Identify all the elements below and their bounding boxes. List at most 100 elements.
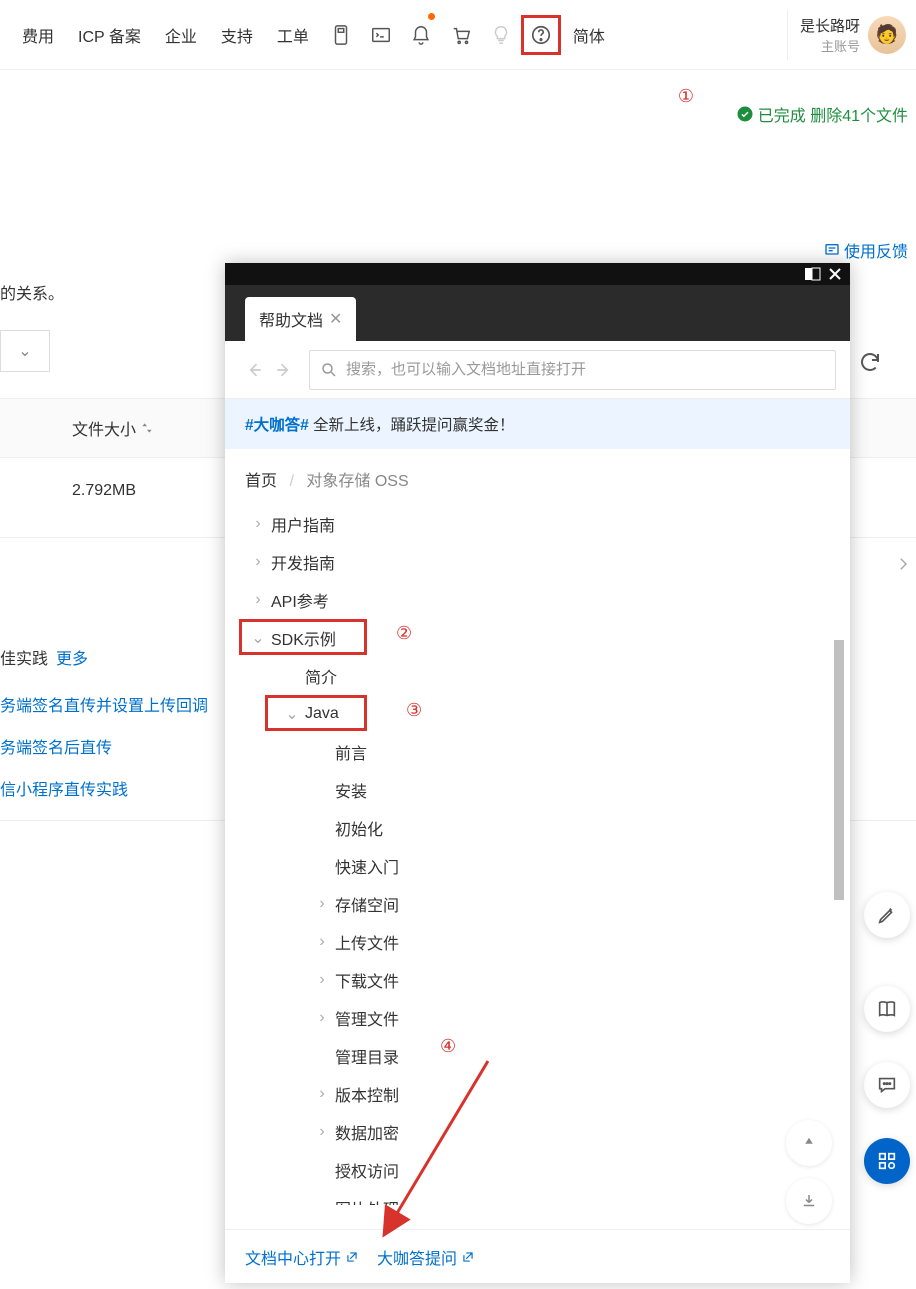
- tree-item-l3[interactable]: 安装: [225, 771, 850, 809]
- tab-close-icon[interactable]: ✕: [329, 309, 342, 329]
- fab-scroll-top[interactable]: [786, 1120, 832, 1166]
- tree-item-l2[interactable]: 简介: [225, 657, 850, 695]
- bg-link-3[interactable]: 信小程序直传实践: [0, 776, 128, 800]
- external-link-icon: [461, 1250, 475, 1264]
- user-role: 主账号: [800, 36, 860, 55]
- bg-link-2[interactable]: 务端签名后直传: [0, 734, 112, 758]
- open-doc-center[interactable]: 文档中心打开: [245, 1245, 359, 1269]
- bell-icon[interactable]: [401, 15, 441, 55]
- tree-item-l3[interactable]: 初始化: [225, 809, 850, 847]
- bg-link-1[interactable]: 务端签名直传并设置上传回调: [0, 692, 208, 716]
- more-link[interactable]: 更多: [56, 651, 88, 668]
- banner-highlight: #大咖答#: [245, 417, 309, 434]
- bulb-icon[interactable]: [481, 15, 521, 55]
- tree-item-l3[interactable]: ›版本控制: [225, 1075, 850, 1113]
- best-practice-header: 佳实践更多: [0, 645, 88, 669]
- apps-icon: [876, 1150, 898, 1172]
- pencil-icon: [876, 904, 898, 926]
- panel-tab[interactable]: 帮助文档 ✕: [245, 297, 356, 341]
- nav-icp[interactable]: ICP 备案: [66, 23, 153, 47]
- tree-item-java[interactable]: ⌄Java: [225, 695, 850, 733]
- tree-item-l1[interactable]: ›开发指南: [225, 543, 850, 581]
- annotation-1: ①: [678, 86, 694, 107]
- file-size-value: 2.792MB: [72, 482, 136, 500]
- chevron-right-icon: ›: [315, 1123, 329, 1141]
- tree-label: 版本控制: [335, 1082, 399, 1106]
- fab-apps[interactable]: [864, 1138, 910, 1184]
- nav-support[interactable]: 支持: [209, 23, 265, 47]
- banner[interactable]: #大咖答# 全新上线，踊跃提问赢奖金！: [225, 399, 850, 449]
- chat-icon: [876, 1074, 898, 1096]
- nav-enterprise[interactable]: 企业: [153, 23, 209, 47]
- scrollbar-thumb[interactable]: [834, 640, 844, 900]
- banner-text: 全新上线，踊跃提问赢奖金！: [309, 417, 515, 434]
- tree-item-l3[interactable]: 快速入门: [225, 847, 850, 885]
- tree-label: 用户指南: [271, 512, 335, 536]
- tree-item-l3[interactable]: 管理目录: [225, 1037, 850, 1075]
- help-icon[interactable]: [521, 15, 561, 55]
- nav-forward[interactable]: [269, 355, 299, 385]
- lang-toggle[interactable]: 简体: [561, 23, 617, 47]
- nav-ticket[interactable]: 工单: [265, 23, 321, 47]
- tree-item-l3[interactable]: ›数据加密: [225, 1113, 850, 1151]
- tree-label: 下载文件: [335, 968, 399, 992]
- fab-book[interactable]: [864, 986, 910, 1032]
- tree-item-l3[interactable]: 图片处理: [225, 1189, 850, 1205]
- search-box[interactable]: [309, 350, 836, 390]
- chevron-down-icon: ⌄: [285, 704, 299, 724]
- panel-tabrow: 帮助文档 ✕: [225, 285, 850, 341]
- tree-label: 授权访问: [335, 1158, 399, 1182]
- app-icon[interactable]: [321, 15, 361, 55]
- tree-item-l1[interactable]: ⌄SDK示例: [225, 619, 850, 657]
- close-icon[interactable]: [826, 267, 844, 281]
- external-link-icon: [345, 1250, 359, 1264]
- tab-label: 帮助文档: [259, 307, 323, 331]
- panel-footer: 文档中心打开 大咖答提问: [225, 1229, 850, 1283]
- col-file-size[interactable]: 文件大小: [72, 416, 154, 440]
- feedback-link[interactable]: 使用反馈: [824, 238, 908, 262]
- tree-item-l3[interactable]: ›下载文件: [225, 961, 850, 999]
- tree-item-l1[interactable]: ›API参考: [225, 581, 850, 619]
- tree-item-l3[interactable]: ›管理文件: [225, 999, 850, 1037]
- tree-item-l3[interactable]: 授权访问: [225, 1151, 850, 1189]
- refresh-button[interactable]: [858, 350, 882, 379]
- user-menu[interactable]: 是长路呀 主账号 🧑: [787, 10, 906, 60]
- tree-label: 图片处理: [335, 1196, 399, 1205]
- bg-dropdown[interactable]: ⌄: [0, 330, 50, 372]
- crumb-current: 对象存储 OSS: [306, 473, 408, 490]
- tree-label: 简介: [305, 664, 337, 688]
- chevron-right-icon: ›: [251, 553, 265, 571]
- book-icon: [876, 998, 898, 1020]
- top-nav: 费用 ICP 备案 企业 支持 工单 简体 是长路呀 主账号 🧑: [0, 0, 916, 70]
- tree-label: 快速入门: [335, 854, 399, 878]
- ask-question[interactable]: 大咖答提问: [377, 1245, 475, 1269]
- terminal-icon[interactable]: [361, 15, 401, 55]
- fab-download[interactable]: [786, 1178, 832, 1224]
- crumb-sep: /: [289, 473, 293, 490]
- tree-label: 安装: [335, 778, 367, 802]
- annotation-4: ④: [440, 1036, 456, 1057]
- check-circle-icon: [736, 105, 754, 123]
- panel-toolbar: [225, 341, 850, 399]
- refresh-icon: [858, 350, 882, 374]
- tree-item-l3[interactable]: ›上传文件: [225, 923, 850, 961]
- chevron-right-icon: ›: [251, 515, 265, 533]
- fab-edit[interactable]: [864, 892, 910, 938]
- fab-chat[interactable]: [864, 1062, 910, 1108]
- tree-item-l3[interactable]: 前言: [225, 733, 850, 771]
- tree-label: 前言: [335, 740, 367, 764]
- tree-label: 上传文件: [335, 930, 399, 954]
- pager-next[interactable]: [894, 555, 912, 578]
- annotation-2: ②: [396, 623, 412, 644]
- cart-icon[interactable]: [441, 15, 481, 55]
- feedback-icon: [824, 242, 840, 258]
- crumb-home[interactable]: 首页: [245, 473, 277, 490]
- tree-item-l3[interactable]: ›存储空间: [225, 885, 850, 923]
- maximize-icon[interactable]: [804, 267, 822, 281]
- sort-icon: [140, 421, 154, 435]
- tree-label: API参考: [271, 588, 329, 612]
- nav-back[interactable]: [239, 355, 269, 385]
- search-input[interactable]: [346, 361, 825, 378]
- tree-item-l1[interactable]: › 用户指南: [225, 505, 850, 543]
- nav-fee[interactable]: 费用: [10, 23, 66, 47]
